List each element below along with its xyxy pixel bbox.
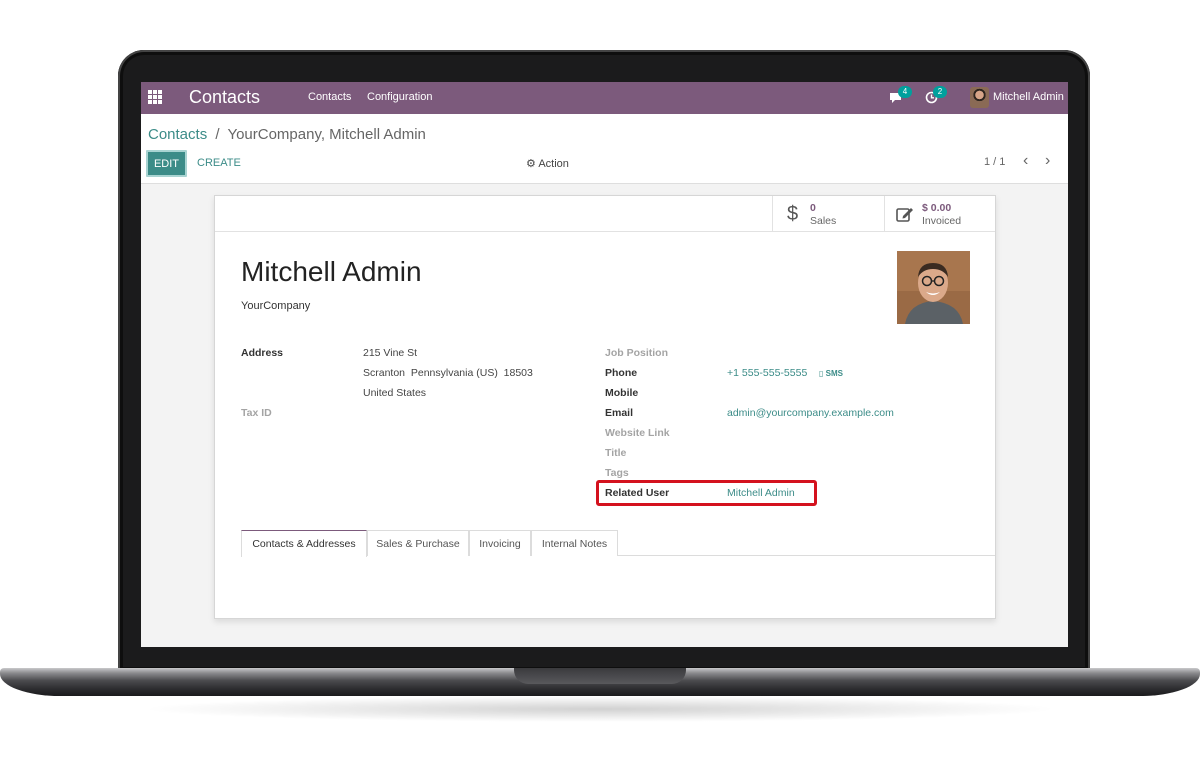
action-label: Action	[538, 158, 569, 170]
website-label: Website Link	[605, 427, 670, 439]
action-menu[interactable]: ⚙ Action	[526, 157, 569, 170]
screen: Contacts Contacts Configuration 4 2 Mitc…	[141, 82, 1068, 647]
breadcrumb-contacts-link[interactable]: Contacts	[148, 126, 207, 143]
apps-grid-icon[interactable]	[148, 90, 162, 104]
invoiced-amount: $ 0.00	[922, 202, 952, 214]
email-label: Email	[605, 407, 634, 419]
gear-icon: ⚙	[526, 158, 536, 170]
sales-label: Sales	[810, 215, 837, 227]
tags-label: Tags	[605, 467, 629, 479]
address-city: Scranton Pennsylvania (US) 18503	[363, 367, 533, 379]
invoiced-label: Invoiced	[922, 215, 962, 227]
mobile-label: Mobile	[605, 387, 639, 399]
sales-smart-button[interactable]: $ 0 Sales	[772, 196, 884, 232]
control-panel: Contacts / YourCompany, Mitchell Admin E…	[141, 114, 1068, 184]
mobile-icon: ▯	[819, 369, 824, 378]
tab-invoicing[interactable]: Invoicing	[469, 530, 531, 556]
pager-value[interactable]: 1 / 1	[984, 156, 1005, 168]
address-label: Address	[241, 347, 284, 359]
sales-count: 0	[810, 202, 816, 214]
related-user-highlight	[596, 480, 817, 506]
job-position-label: Job Position	[605, 347, 668, 359]
menu-contacts[interactable]: Contacts	[308, 91, 351, 103]
laptop-shadow	[140, 696, 1060, 722]
create-button[interactable]: CREATE	[197, 157, 241, 169]
user-menu[interactable]: Mitchell Admin	[993, 91, 1064, 103]
smart-button-box: $ 0 Sales $ 0.00 Invoiced	[215, 196, 995, 232]
breadcrumb: Contacts / YourCompany, Mitchell Admin	[148, 126, 426, 143]
tab-internal-notes[interactable]: Internal Notes	[531, 530, 618, 556]
partner-photo	[897, 251, 970, 324]
phone-link[interactable]: +1 555-555-5555	[727, 367, 807, 379]
app-title[interactable]: Contacts	[189, 87, 260, 108]
user-avatar[interactable]	[970, 87, 989, 108]
tab-sales-purchase[interactable]: Sales & Purchase	[367, 530, 469, 556]
dollar-icon: $	[787, 203, 799, 225]
partner-company[interactable]: YourCompany	[241, 300, 310, 312]
address-country: United States	[363, 387, 427, 399]
form-sheet: $ 0 Sales $ 0.00 Invoiced Mitchell Admin…	[214, 195, 996, 619]
laptop-notch	[514, 668, 686, 684]
tab-contacts-addresses[interactable]: Contacts & Addresses	[241, 530, 367, 557]
messages-badge: 4	[898, 86, 912, 98]
notebook-tabs: Contacts & Addresses Sales & Purchase In…	[241, 530, 995, 557]
top-navbar: Contacts Contacts Configuration 4 2 Mitc…	[141, 82, 1068, 114]
title-label: Title	[605, 447, 627, 459]
invoiced-smart-button[interactable]: $ 0.00 Invoiced	[884, 196, 996, 232]
tax-id-label: Tax ID	[241, 407, 272, 419]
chevron-left-icon[interactable]: ‹	[1023, 152, 1028, 170]
edit-button[interactable]: EDIT	[146, 150, 187, 177]
sms-label: SMS	[825, 369, 843, 378]
breadcrumb-current: YourCompany, Mitchell Admin	[227, 126, 426, 143]
chevron-right-icon[interactable]: ›	[1045, 152, 1050, 170]
activities-badge: 2	[933, 86, 947, 98]
email-link[interactable]: admin@yourcompany.example.com	[727, 407, 894, 419]
breadcrumb-separator: /	[215, 126, 220, 143]
menu-configuration[interactable]: Configuration	[367, 91, 432, 103]
partner-name: Mitchell Admin	[241, 256, 422, 287]
pencil-square-icon	[896, 208, 913, 222]
phone-label: Phone	[605, 367, 638, 379]
sms-button[interactable]: ▯ SMS	[819, 369, 843, 378]
address-street: 215 Vine St	[363, 347, 418, 359]
